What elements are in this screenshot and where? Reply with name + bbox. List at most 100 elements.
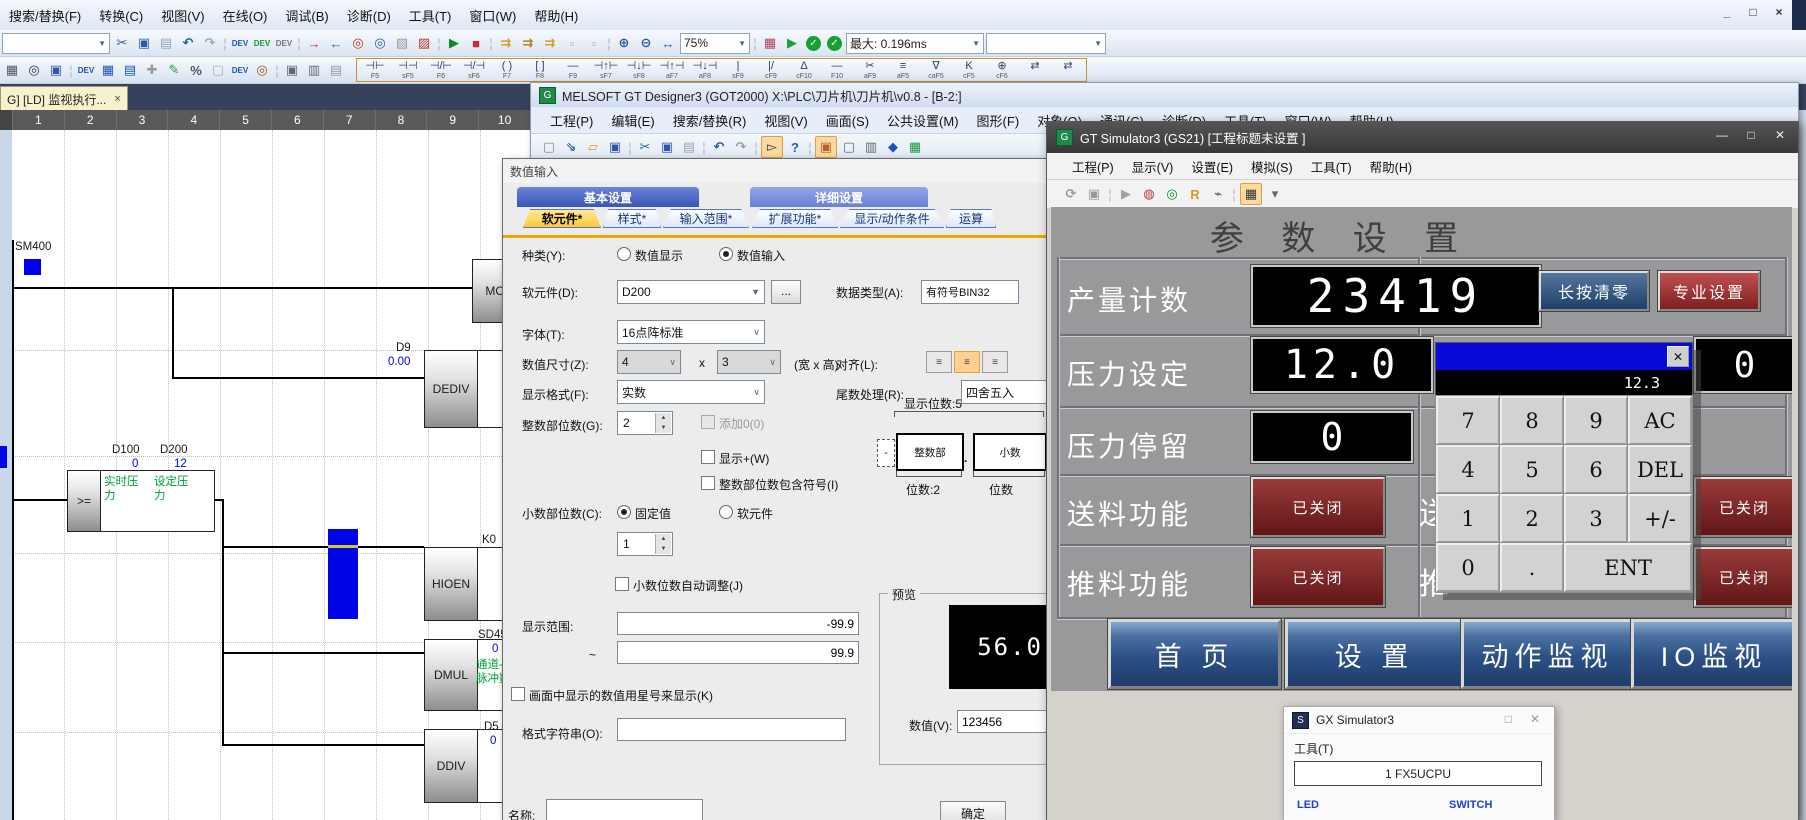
jump3-icon[interactable]: ⇉ <box>540 33 560 53</box>
feed-right-status-button[interactable]: 已关闭 <box>1694 477 1792 537</box>
redo-icon[interactable]: ↷ <box>731 137 751 157</box>
keypad-key[interactable]: 2 <box>1500 494 1564 543</box>
push-function-status-button[interactable]: 已关闭 <box>1251 547 1385 607</box>
range-max-field[interactable] <box>617 641 859 664</box>
simulation-start-icon[interactable]: ▶ <box>782 33 802 53</box>
read-from-plc-icon[interactable]: ← <box>326 33 346 53</box>
gx-simulator-tools-menu[interactable]: 工具(T) <box>1294 740 1333 757</box>
dialog-tab[interactable]: 软元件* <box>523 209 601 228</box>
separator[interactable]: ¦ <box>1231 184 1237 204</box>
dialog-tab[interactable]: 扩展功能* <box>752 209 838 228</box>
step2-icon[interactable]: ▫ <box>584 33 604 53</box>
color-window-icon[interactable]: ▦ <box>760 33 780 53</box>
zoom-out-icon[interactable]: ⊖ <box>636 33 656 53</box>
window3-icon[interactable]: ▤ <box>326 60 346 80</box>
keypad-key[interactable]: 3 <box>1564 494 1628 543</box>
separator[interactable]: ¦ <box>296 33 302 53</box>
dialog-tab[interactable]: 运算 <box>946 209 996 228</box>
nav-home-button[interactable]: 首 页 <box>1108 619 1281 689</box>
ladder-symbol-icon[interactable]: ⊕ cF6 <box>986 60 1018 80</box>
cpu-type-field[interactable]: 1 FX5UCPU <box>1294 761 1542 786</box>
select-cursor-icon[interactable]: ▻ <box>761 136 783 158</box>
redo-icon[interactable]: ↷ <box>200 33 220 53</box>
show-plus-checkbox[interactable] <box>701 450 715 464</box>
gx-works-menu-item[interactable]: 帮助(H) <box>525 3 587 28</box>
ladder-symbol-icon[interactable]: ≡ aF5 <box>887 60 919 80</box>
spinner-arrows-icon[interactable]: ▲▼ <box>655 413 671 433</box>
ladder-symbol-icon[interactable]: ✂ aF9 <box>854 60 886 80</box>
separator[interactable]: ¦ <box>701 137 707 157</box>
add-zero-checkbox[interactable] <box>701 415 715 429</box>
device-find-icon[interactable]: ◎ <box>252 60 272 80</box>
minimize-icon[interactable]: — <box>1712 128 1732 142</box>
pressure-dwell-display[interactable]: 0 <box>1251 411 1413 463</box>
keypad-key[interactable]: 0 <box>1436 543 1500 592</box>
gt-simulator-menu-item[interactable]: 模拟(S) <box>1242 154 1302 179</box>
new-project-icon[interactable]: ▢ <box>539 137 559 157</box>
tab-close-icon[interactable]: × <box>114 93 120 105</box>
screen-copy-icon[interactable]: ▣ <box>815 136 837 158</box>
sign-included-checkbox[interactable] <box>701 476 715 490</box>
int-digits-spinner[interactable]: 2 ▲▼ <box>617 411 673 435</box>
monitor-stop-icon[interactable]: ■ <box>466 33 486 53</box>
gt-designer-menu-item[interactable]: 搜索/替换(R) <box>664 108 756 133</box>
ladder-symbol-icon[interactable]: |/ cF9 <box>755 60 787 80</box>
save-icon[interactable]: ▣ <box>1084 184 1104 204</box>
preview-numeric-input[interactable] <box>962 715 1056 729</box>
hold-to-clear-button[interactable]: 长按清零 <box>1539 271 1649 311</box>
ladder-editor[interactable]: 12345678910 MOV DEDIV >= <box>0 110 530 820</box>
spinner-arrows-icon[interactable]: ▲▼ <box>655 534 671 554</box>
ladder-symbol-icon[interactable]: ⇄ <box>1052 60 1084 73</box>
ladder-symbol-icon[interactable]: ⊣/⊢ F6 <box>425 60 457 80</box>
gt-simulator-menu-item[interactable]: 帮助(H) <box>1361 154 1421 179</box>
ladder-symbol-icon[interactable]: ⊣⊢ F5 <box>359 60 391 80</box>
gx-works-menu-item[interactable]: 诊断(D) <box>338 3 400 28</box>
separator[interactable]: ¦ <box>222 33 228 53</box>
connection-icon[interactable]: ⌁ <box>1208 184 1228 204</box>
nav-action-monitor-button[interactable]: 动作监视 <box>1461 619 1634 689</box>
cut-icon[interactable]: ✂ <box>112 33 132 53</box>
watch-combo[interactable]: ▼ <box>2 33 110 54</box>
separator[interactable]: ¦ <box>753 137 759 157</box>
gx-works-menu-item[interactable]: 搜索/替换(F) <box>0 3 90 28</box>
copy-icon[interactable]: ▣ <box>134 33 154 53</box>
minimize-icon[interactable]: _ <box>1718 5 1736 19</box>
keypad-key[interactable]: 9 <box>1564 396 1628 445</box>
jump2-icon[interactable]: ⇉ <box>518 33 538 53</box>
format-string-input[interactable] <box>622 723 841 737</box>
device-combo[interactable]: D200▼ <box>617 280 765 304</box>
font-combo[interactable]: 16点阵标准∨ <box>617 320 765 344</box>
rom-write-icon[interactable]: ▨ <box>414 33 434 53</box>
keypad-key[interactable]: 5 <box>1500 445 1564 494</box>
paste-icon[interactable]: ▤ <box>156 33 176 53</box>
refresh-icon[interactable]: R <box>1185 184 1205 204</box>
zoom-in-icon[interactable]: ⊕ <box>614 33 634 53</box>
ladder-symbol-icon[interactable]: ⇄ <box>1019 60 1051 73</box>
find-icon[interactable]: ◎ <box>24 60 44 80</box>
keypad-key[interactable]: . <box>1500 543 1564 592</box>
separator[interactable]: ¦ <box>627 137 633 157</box>
separator[interactable]: ¦ <box>436 33 442 53</box>
zoom-fit-icon[interactable]: ↔ <box>658 33 678 53</box>
help-icon[interactable]: ? <box>785 137 805 157</box>
ladder-symbol-icon[interactable]: | sF9 <box>722 60 754 80</box>
ladder-symbol-icon[interactable]: ∇ caF5 <box>920 60 952 80</box>
gt-designer-menu-item[interactable]: 图形(F) <box>968 108 1029 133</box>
kind-display-radio[interactable] <box>617 247 631 261</box>
separator[interactable]: ¦ <box>606 33 612 53</box>
dialog-tab[interactable]: 样式* <box>603 209 661 228</box>
ladder-symbol-icon[interactable]: — F9 <box>557 60 589 80</box>
io-edit-icon[interactable]: ✎ <box>164 60 184 80</box>
gt-designer-menu-item[interactable]: 视图(V) <box>755 108 816 133</box>
dialog-tab[interactable]: 输入范围* <box>663 209 749 228</box>
find-window-icon[interactable]: ▣ <box>46 60 66 80</box>
gx-works-menu-item[interactable]: 转换(C) <box>90 3 152 28</box>
gx-works-menu-item[interactable]: 视图(V) <box>152 3 213 28</box>
monitor-start-icon[interactable]: ▶ <box>444 33 464 53</box>
feed-function-status-button[interactable]: 已关闭 <box>1251 477 1385 537</box>
import-icon[interactable]: ⇘ <box>561 137 581 157</box>
intelligent-module-icon[interactable]: ✚ <box>142 60 162 80</box>
close-icon[interactable]: ✕ <box>1770 128 1790 142</box>
buffer-memory-icon[interactable]: ▤ <box>120 60 140 80</box>
align-left-button[interactable]: ≡ <box>926 351 952 373</box>
